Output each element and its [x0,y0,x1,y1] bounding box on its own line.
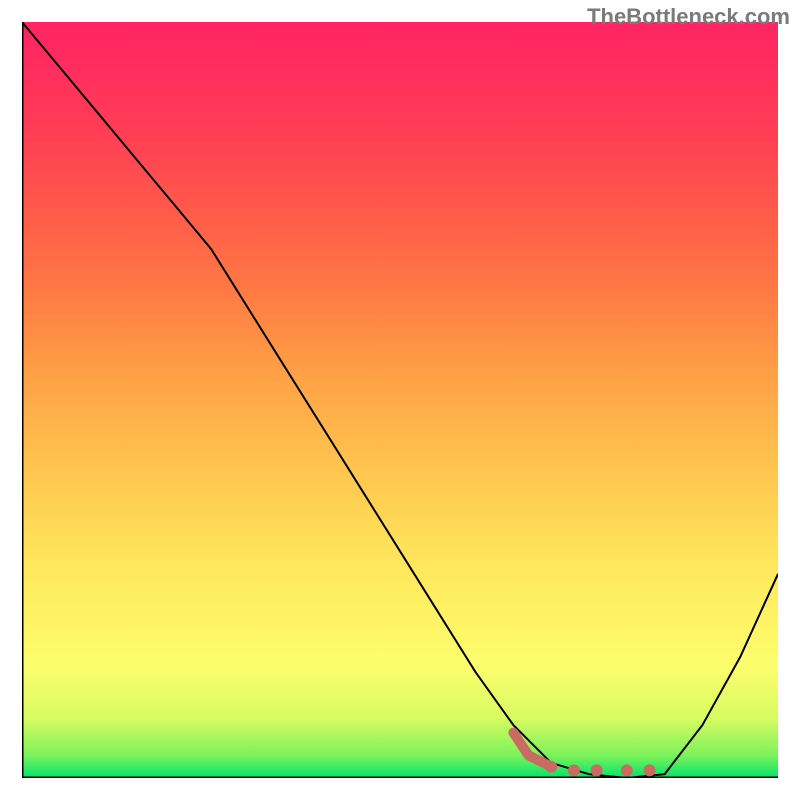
bottleneck-curve-line [22,22,778,778]
chart-area [22,22,778,778]
chart-svg [22,22,778,778]
curve-path [22,22,778,778]
watermark-text: TheBottleneck.com [587,4,790,30]
optimal-marker-dots [513,733,655,777]
